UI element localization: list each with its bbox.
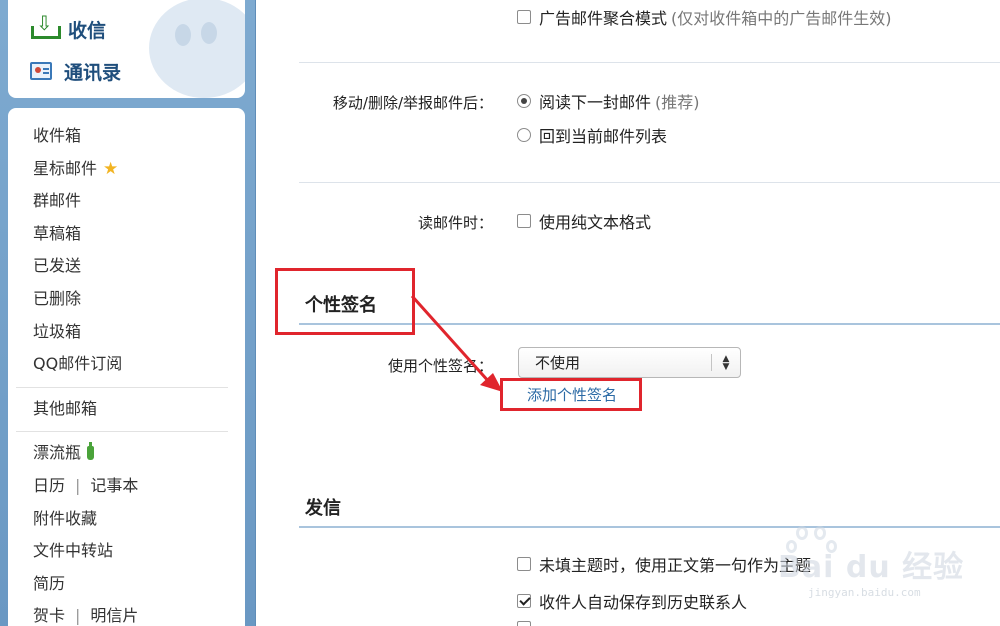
arrow-shaft xyxy=(410,294,492,385)
watermark-url-text: jingyan.baidu.com xyxy=(808,586,921,599)
baidu-jingyan-watermark: Bai du 经验 jingyan.baidu.com xyxy=(770,522,970,602)
watermark-main-text: Bai du 经验 xyxy=(778,550,965,585)
